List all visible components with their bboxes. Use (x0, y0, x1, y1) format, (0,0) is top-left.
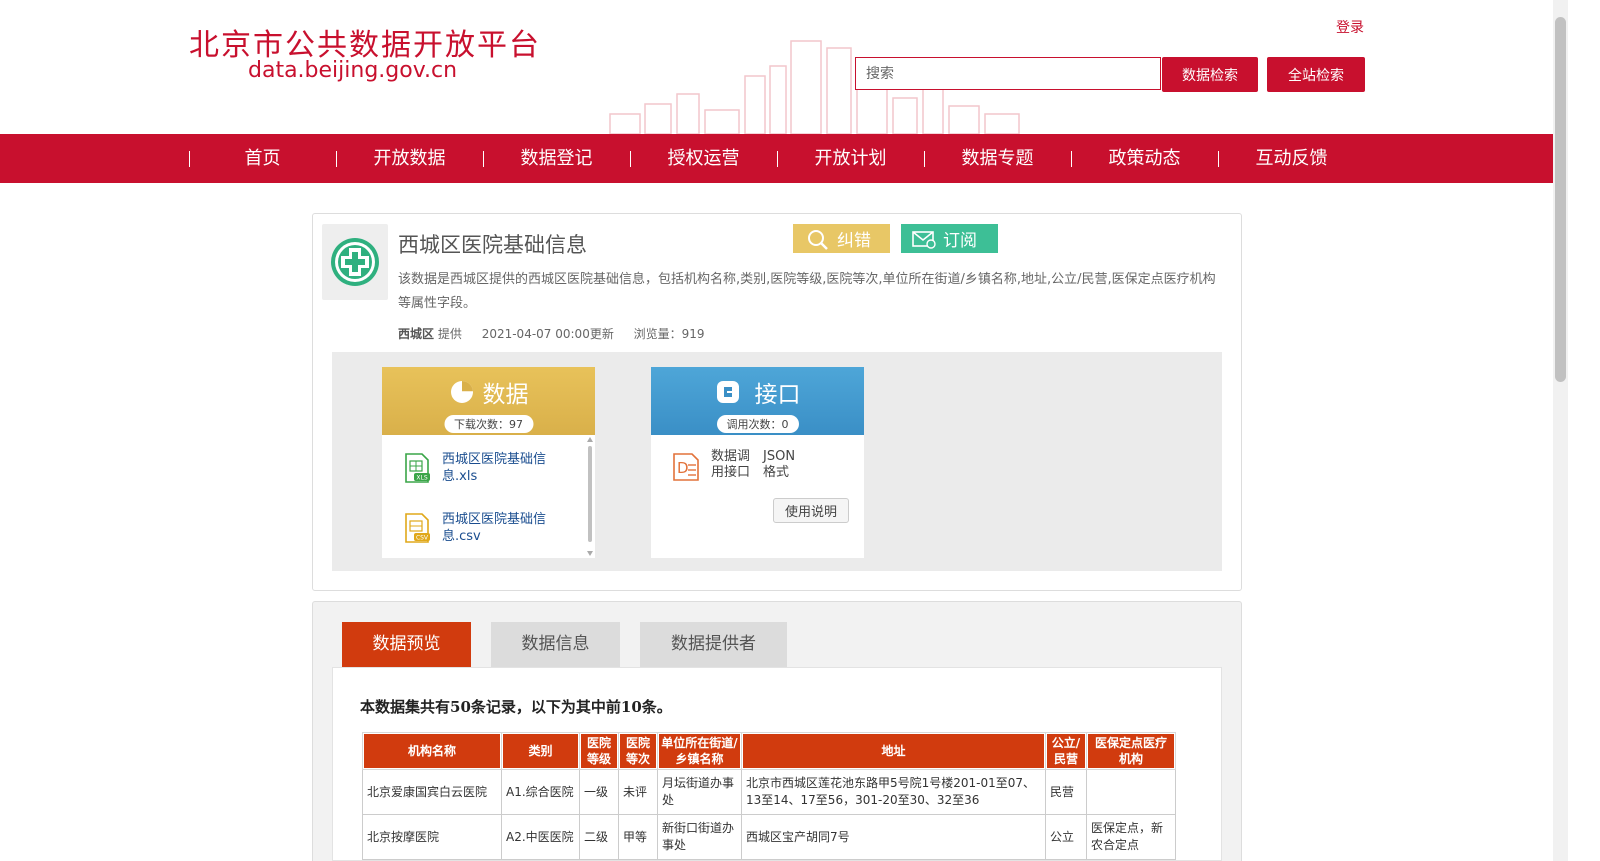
page-scrollbar-thumb[interactable] (1555, 17, 1566, 382)
subscribe-button[interactable]: 订阅 (901, 224, 998, 253)
call-count: 调用次数：0 (716, 415, 799, 433)
table-cell: A1.综合医院 (501, 769, 580, 815)
table-cell (1086, 769, 1176, 815)
nav-item-feedback[interactable]: 互动反馈 (1218, 134, 1365, 183)
file-link-csv[interactable]: 西城区医院基础信息.csv (442, 511, 552, 545)
xls-file-icon: XLS (405, 453, 430, 483)
hospital-cross-icon (322, 224, 388, 300)
table-row: 北京爱康国宾白云医院 A1.综合医院 一级 未评 月坛街道办事处 北京市西城区莲… (362, 769, 1176, 815)
file-item-xls[interactable]: XLS 西城区医院基础信息.xls (402, 451, 552, 485)
tab-data-preview[interactable]: 数据预览 (342, 622, 471, 667)
record-count-note: 本数据集共有50条记录，以下为其中前10条。 (360, 698, 672, 716)
subscribe-button-label: 订阅 (943, 231, 977, 251)
api-card-header: 接口 调用次数：0 (651, 367, 864, 435)
table-cell: 西城区宝产胡同7号 (741, 814, 1046, 860)
table-cell: 甲等 (618, 814, 658, 860)
csv-file-icon: CSV (405, 513, 430, 543)
preview-table: 机构名称 类别 医院等级 医院等次 单位所在街道/乡镇名称 地址 公立/民营 医… (362, 732, 1176, 860)
login-link[interactable]: 登录 (1336, 17, 1364, 37)
site-logo-url[interactable]: data.beijing.gov.cn (248, 58, 457, 83)
nav-item-policy-news[interactable]: 政策动态 (1071, 134, 1218, 183)
tab-data-provider[interactable]: 数据提供者 (640, 622, 787, 667)
table-cell: 一级 (579, 769, 619, 815)
column-header: 医院等次 (618, 732, 658, 770)
api-item-format: JSON格式 (763, 449, 796, 480)
api-card-title: 接口 (754, 382, 801, 408)
column-header: 类别 (501, 732, 580, 770)
column-header: 医院等级 (579, 732, 619, 770)
data-card: 数据 下载次数：97 XLS 西城区医院基础信息.xls CSV 西城区医院基础… (382, 367, 595, 558)
dataset-description: 该数据是西城区提供的西城区医院基础信息，包括机构名称,类别,医院等级,医院等次,… (398, 272, 1216, 311)
data-card-title-row: 数据 (449, 375, 529, 409)
nav-item-open-plan[interactable]: 开放计划 (777, 134, 924, 183)
dataset-meta: 西城区 提供 2021-04-07 00:00更新 浏览量：919 (398, 325, 705, 342)
column-header: 单位所在街道/乡镇名称 (657, 732, 742, 770)
svg-text:D: D (677, 459, 689, 477)
table-cell: 北京爱康国宾白云医院 (362, 769, 502, 815)
table-cell: 医保定点，新农合定点 (1086, 814, 1176, 860)
mail-icon (912, 230, 936, 249)
column-header: 地址 (741, 732, 1046, 770)
nav-item-home[interactable]: 首页 (189, 134, 336, 183)
svg-text:XLS: XLS (416, 475, 427, 482)
correct-button[interactable]: 纠错 (793, 224, 890, 253)
dataset-views: 浏览量：919 (633, 327, 705, 341)
column-header: 医保定点医疗机构 (1086, 732, 1176, 770)
nav-item-data-registration[interactable]: 数据登记 (483, 134, 630, 183)
file-item-csv[interactable]: CSV 西城区医院基础信息.csv (402, 511, 552, 545)
table-cell: 北京按摩医院 (362, 814, 502, 860)
table-cell: 二级 (579, 814, 619, 860)
table-cell: 民营 (1045, 769, 1087, 815)
table-cell: 新街口街道办事处 (657, 814, 742, 860)
svg-text:CSV: CSV (416, 535, 429, 542)
nav-item-open-data[interactable]: 开放数据 (336, 134, 483, 183)
column-header: 机构名称 (362, 732, 502, 770)
data-card-header: 数据 下载次数：97 (382, 367, 595, 435)
dataset-provider-suffix: 提供 (437, 327, 462, 341)
magnifier-icon (808, 229, 828, 250)
search-input[interactable] (855, 57, 1161, 90)
table-cell: 未评 (618, 769, 658, 815)
table-cell: A2.中医医院 (501, 814, 580, 860)
file-link-xls[interactable]: 西城区医院基础信息.xls (442, 451, 552, 485)
data-card-title: 数据 (482, 382, 529, 408)
column-header: 公立/民营 (1045, 732, 1087, 770)
dataset-title: 西城区医院基础信息 (398, 233, 587, 257)
api-icon (716, 381, 739, 403)
correct-button-label: 纠错 (837, 231, 871, 251)
api-card-title-row: 接口 (715, 375, 801, 409)
table-header-row: 机构名称 类别 医院等级 医院等次 单位所在街道/乡镇名称 地址 公立/民营 医… (362, 732, 1176, 770)
api-item[interactable]: D 数据调用接口 JSON格式 (671, 449, 805, 483)
api-card: 接口 调用次数：0 D 数据调用接口 JSON格式 (651, 367, 864, 558)
table-cell: 月坛街道办事处 (657, 769, 742, 815)
download-count: 下载次数：97 (444, 415, 533, 433)
main-nav: 首页 开放数据 数据登记 授权运营 开放计划 数据专题 政策动态 互动反馈 (0, 134, 1553, 183)
api-document-icon: D (673, 453, 699, 481)
usage-instructions-button[interactable]: 使用说明 (773, 498, 849, 523)
dataset-provider[interactable]: 西城区 (398, 327, 434, 341)
tab-data-info[interactable]: 数据信息 (491, 622, 620, 667)
nav-item-authorized-operation[interactable]: 授权运营 (630, 134, 777, 183)
table-cell: 公立 (1045, 814, 1087, 860)
dataset-updated: 2021-04-07 00:00更新 (481, 327, 614, 341)
api-item-name[interactable]: 数据调用接口 (711, 449, 755, 483)
table-cell: 北京市西城区莲花池东路甲5号院1号楼201-01至07、13至14、17至56，… (741, 769, 1046, 815)
site-search-button[interactable]: 全站检索 (1267, 57, 1365, 92)
pie-chart-icon (450, 381, 473, 403)
table-row: 北京按摩医院 A2.中医医院 二级 甲等 新街口街道办事处 西城区宝产胡同7号 … (362, 814, 1176, 860)
site-header: 北京市公共数据开放平台 data.beijing.gov.cn 登录 数据检索 … (0, 0, 1553, 134)
file-list-scrollbar[interactable] (587, 437, 593, 556)
nav-item-data-topics[interactable]: 数据专题 (924, 134, 1071, 183)
data-search-button[interactable]: 数据检索 (1162, 57, 1258, 92)
